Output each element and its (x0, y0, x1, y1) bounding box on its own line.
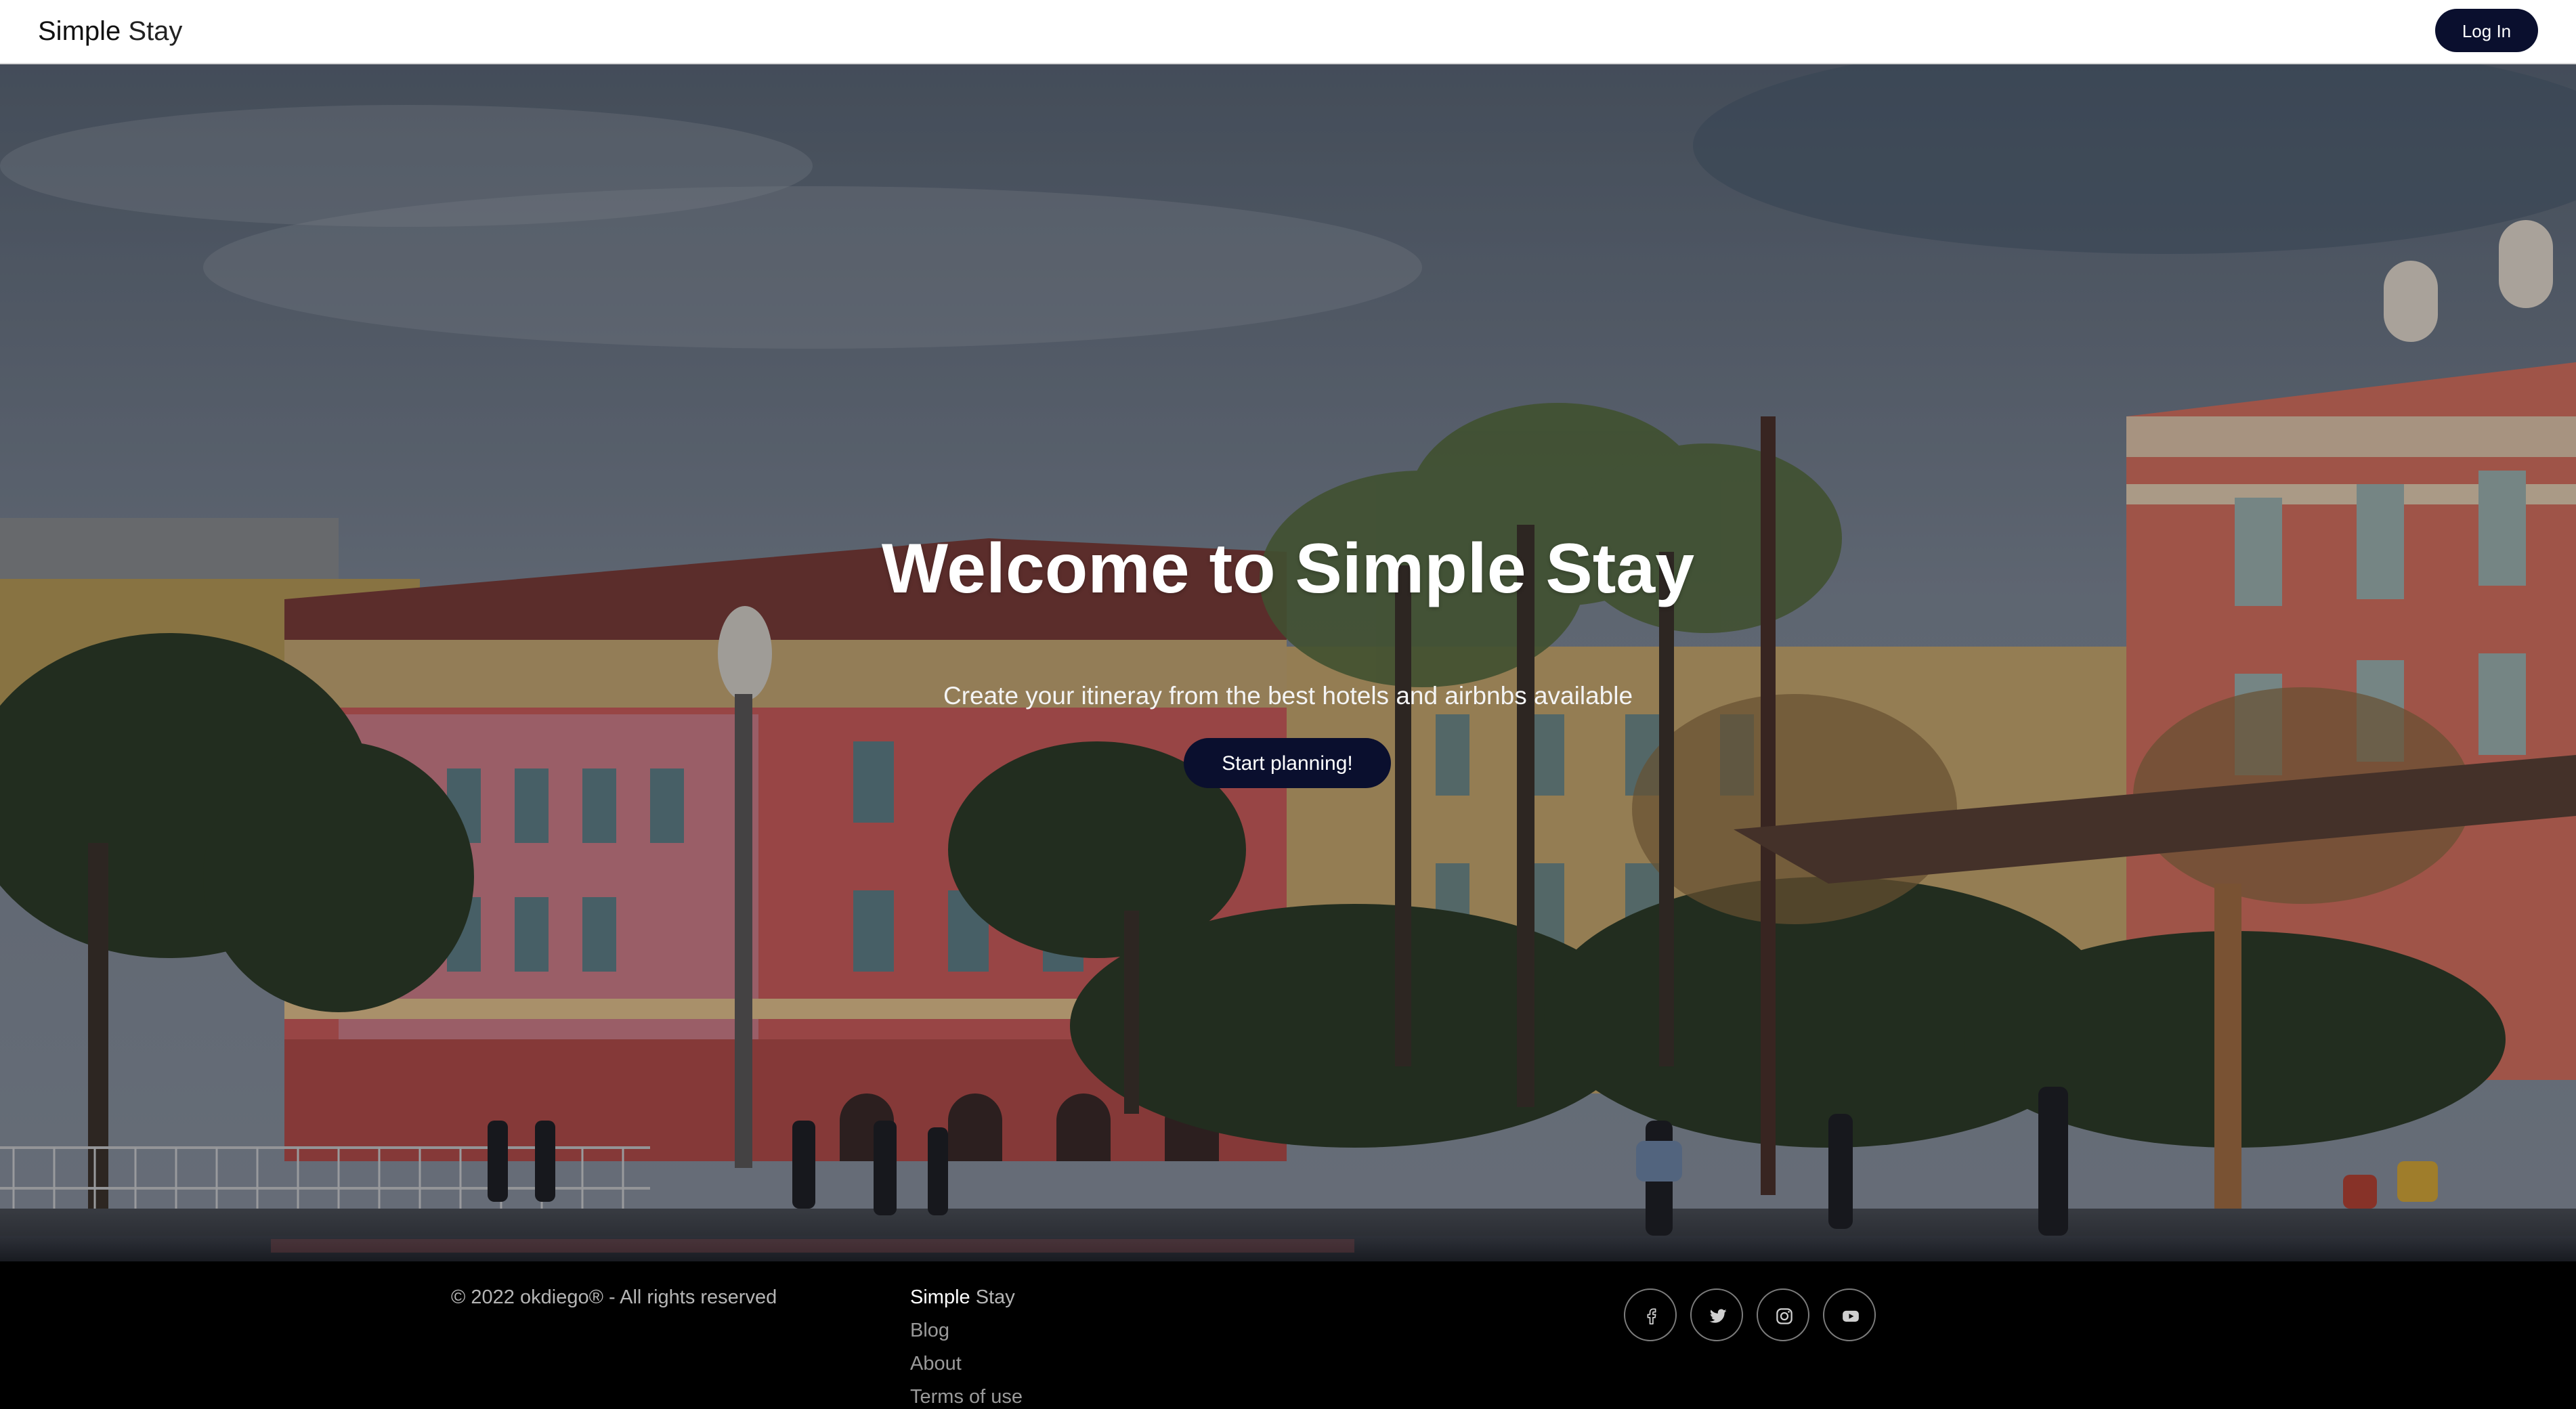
page-footer: © 2022 okdiego® - All rights reserved Si… (0, 1261, 2576, 1408)
facebook-link[interactable] (1624, 1288, 1677, 1341)
login-button[interactable]: Log In (2435, 9, 2538, 52)
footer-link-blog[interactable]: Blog (910, 1318, 1181, 1343)
instagram-icon (1776, 1308, 1793, 1324)
social-links (1624, 1288, 1895, 1343)
footer-brand-part1: Simple (910, 1286, 970, 1308)
footer-brand-part2: Stay (975, 1286, 1015, 1308)
top-navbar: Simple Stay Log In (0, 0, 2576, 64)
twitter-icon (1709, 1309, 1727, 1323)
hero-subtitle: Create your itineray from the best hotel… (943, 682, 1633, 710)
hero-content: Welcome to Simple Stay Create your itine… (0, 64, 2576, 1261)
copyright-text: © 2022 okdiego® - All rights reserved (451, 1286, 777, 1308)
twitter-link[interactable] (1690, 1288, 1743, 1341)
hero-title: Welcome to Simple Stay (881, 529, 1695, 608)
footer-nav: Simple Stay Blog About Terms of use (910, 1285, 1181, 1409)
instagram-link[interactable] (1757, 1288, 1809, 1341)
footer-link-about[interactable]: About (910, 1351, 1181, 1376)
footer-brand[interactable]: Simple Stay (910, 1285, 1181, 1309)
facebook-icon (1647, 1308, 1656, 1325)
youtube-icon (1843, 1310, 1859, 1322)
hero-section: Welcome to Simple Stay Create your itine… (0, 64, 2576, 1261)
brand-name-part1: Simple (38, 16, 121, 46)
youtube-link[interactable] (1823, 1288, 1876, 1341)
footer-link-terms[interactable]: Terms of use (910, 1385, 1181, 1409)
brand-name-part2: Stay (128, 16, 183, 46)
start-planning-button[interactable]: Start planning! (1184, 738, 1391, 788)
brand-logo[interactable]: Simple Stay (38, 15, 182, 47)
